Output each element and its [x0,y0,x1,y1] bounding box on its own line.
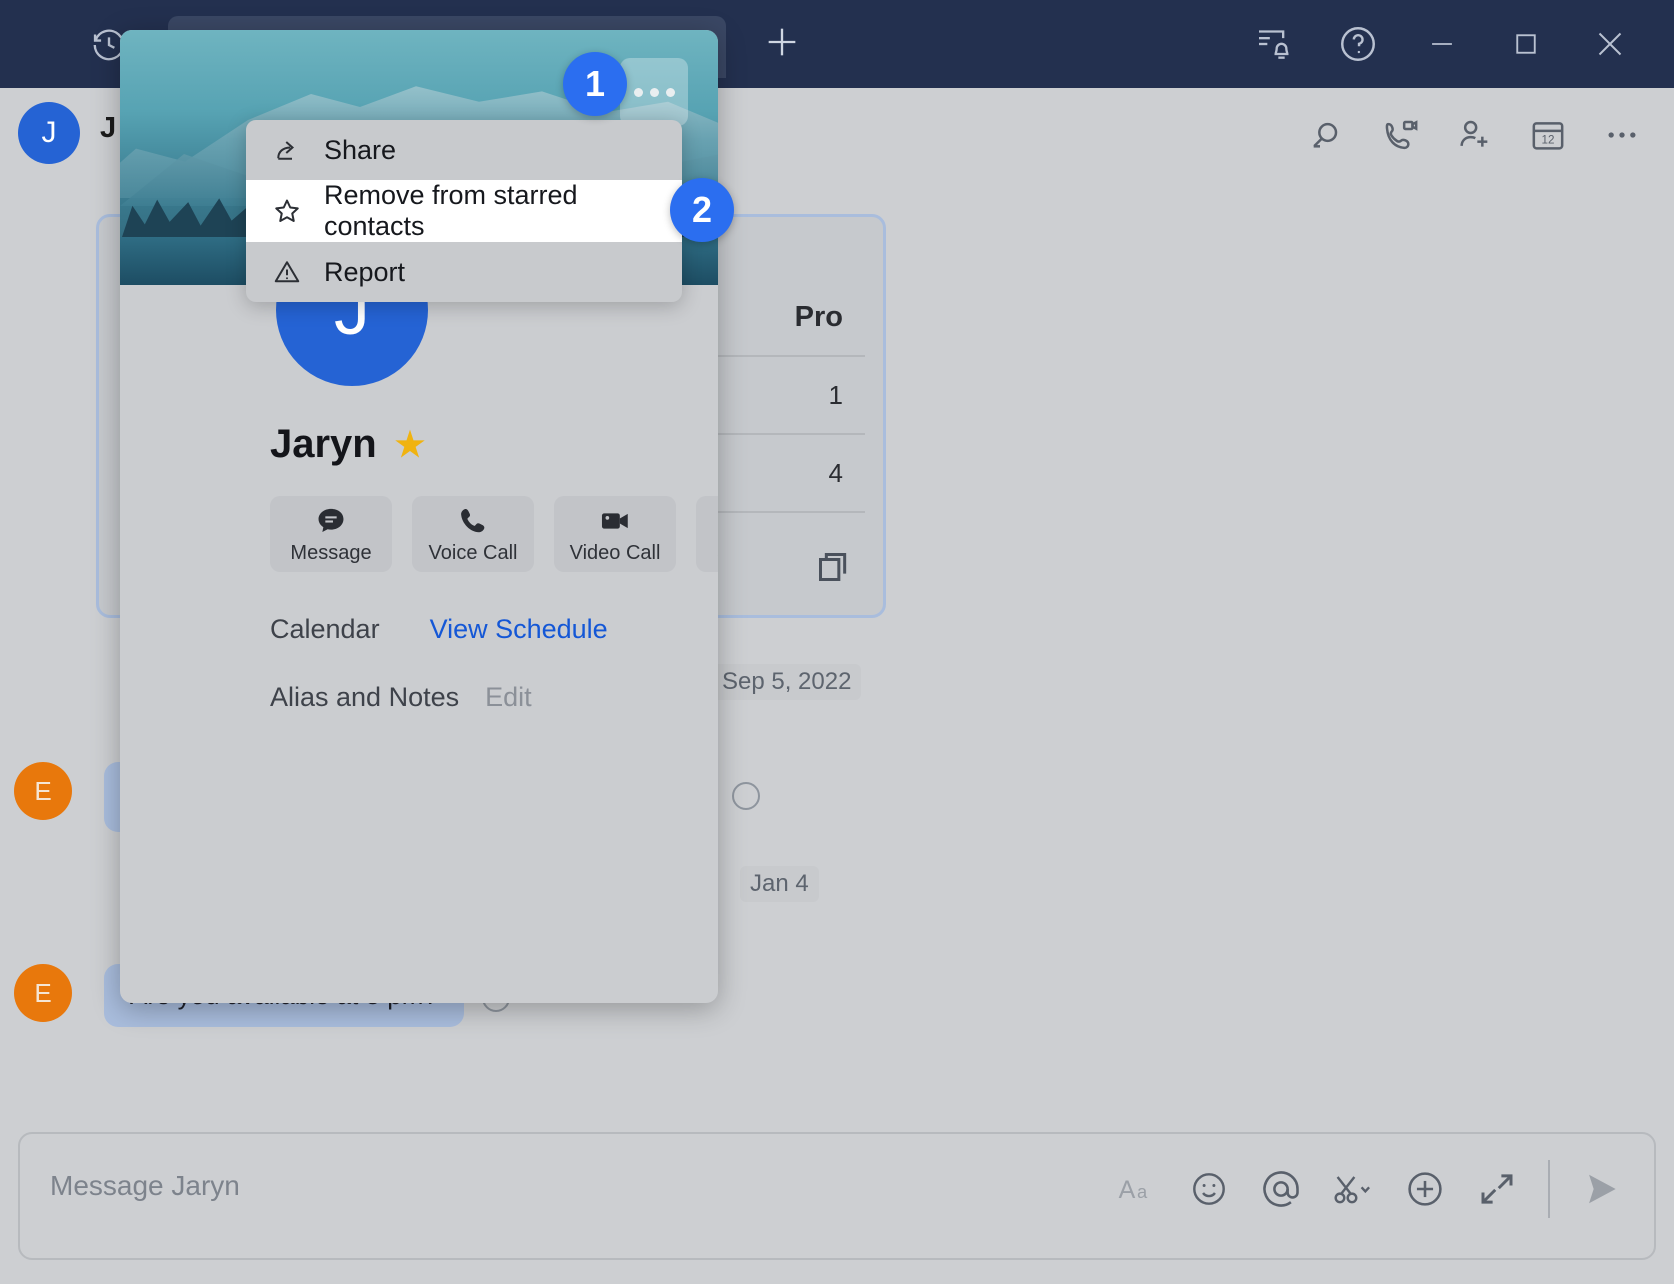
calendar-row: Calendar View Schedule [270,614,608,645]
maximize-icon[interactable] [1484,16,1568,72]
video-call-button[interactable]: Video Call [554,496,676,572]
clip-scissors-icon[interactable] [1324,1160,1382,1218]
chat-header-actions: 12 [1298,106,1650,164]
date-divider: Jan 4 [740,866,819,902]
contact-name: Jaryn ★ [270,422,425,467]
search-input-placeholder: Message Jaryn [50,1170,240,1201]
star-outline-icon [272,196,302,226]
profile-actions: Message Voice Call Video Call [270,496,718,572]
contact-name-text: Jaryn [270,422,377,466]
expand-icon[interactable] [1468,1160,1526,1218]
action-label: Voice Call [428,541,518,564]
close-icon[interactable] [1568,16,1652,72]
share-arrow-icon [272,135,302,165]
warning-triangle-icon [272,257,302,287]
video-call-icon[interactable] [1372,106,1428,164]
avatar[interactable]: E [14,964,72,1022]
share-menu-item[interactable]: Share [246,120,682,180]
message-button[interactable]: Message [270,496,392,572]
minimize-icon[interactable] [1400,16,1484,72]
help-question-icon[interactable] [1316,16,1400,72]
emoji-icon[interactable] [1180,1160,1238,1218]
avatar[interactable]: J [18,102,80,164]
mention-icon[interactable] [1252,1160,1310,1218]
report-menu-item-label: Report [324,256,406,287]
share-menu-item-label: Share [324,134,397,165]
profile-context-menu: Share Remove from starred contacts Repor… [246,120,682,302]
action-label: Video Call [569,541,661,564]
app-window: J J 12 Pro 1 4 Sep 5, 2022 E Jan 4 E Mes… [0,0,1674,1284]
remove-from-starred-contacts-label: Remove from starred contacts [324,180,578,241]
window-controls [1232,16,1652,72]
secure-chat-button[interactable]: Secure... [696,496,718,572]
send-icon[interactable] [1572,1160,1630,1218]
date-divider: Sep 5, 2022 [712,664,862,700]
svg-text:a: a [1137,1181,1148,1202]
action-label: Secure... [717,542,718,565]
more-dot [633,87,643,97]
calendar-icon[interactable]: 12 [1520,106,1576,164]
add-attachment-icon[interactable] [1396,1160,1454,1218]
copy-icon[interactable] [813,547,853,587]
edit-alias-button[interactable]: Edit [485,682,532,713]
composer-toolbar: A a [1108,1160,1630,1218]
svg-text:12: 12 [1542,133,1555,146]
voice-call-button[interactable]: Voice Call [412,496,534,572]
report-menu-item[interactable]: Report [246,242,682,302]
avatar[interactable]: E [14,762,72,820]
message-status-indicator [732,782,760,810]
add-person-icon[interactable] [1446,106,1502,164]
view-schedule-link[interactable]: View Schedule [430,614,608,645]
more-dot [649,87,659,97]
annotation-badge-1: 1 [563,52,627,116]
annotation-badge-2: 2 [670,178,734,242]
message-composer[interactable]: Message Jaryn A a [18,1132,1656,1260]
more-options-icon[interactable] [1594,106,1650,164]
svg-text:A: A [1119,1176,1136,1204]
profile-card-more-button[interactable] [620,58,688,126]
search-icon[interactable] [1298,106,1354,164]
page-title: J [100,112,117,144]
alias-notes-label: Alias and Notes [270,682,460,712]
action-label: Message [290,541,372,564]
remove-from-starred-contacts-item[interactable]: Remove from starred contacts [246,180,682,242]
format-text-icon[interactable]: A a [1108,1160,1166,1218]
notifications-bell-icon[interactable] [1232,16,1316,72]
calendar-label: Calendar [270,614,380,644]
toolbar-divider [1548,1160,1550,1218]
more-dot [665,87,675,97]
starred-star-icon: ★ [394,425,426,464]
alias-notes-row: Alias and Notes Edit [270,682,532,713]
plus-icon[interactable] [760,20,804,64]
